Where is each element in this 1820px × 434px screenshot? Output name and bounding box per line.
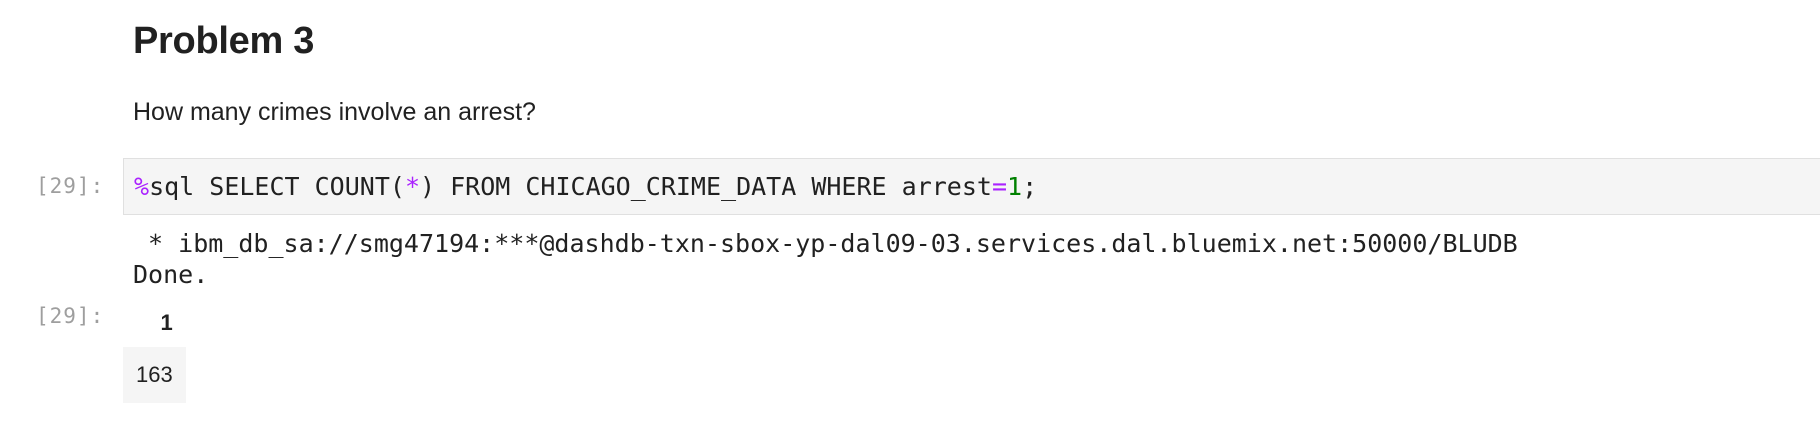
notebook: Problem 3 How many crimes involve an arr… [0,0,1820,434]
code-eq-token: = [991,172,1008,201]
code-number-token: 1 [1007,172,1023,201]
code-cell[interactable]: %sql SELECT COUNT(*) FROM CHICAGO_CRIME_… [123,158,1820,215]
markdown-cell-heading: Problem 3 [133,22,314,60]
markdown-cell-question: How many crimes involve an arrest? [133,100,536,125]
column-header: 1 [160,310,173,335]
input-prompt: [29]: [36,174,105,198]
code-magic-token: % [134,172,150,201]
connection-line: * ibm_db_sa://smg47194:***@dashdb-txn-sb… [133,229,1518,258]
done-line: Done. [133,260,209,289]
code-star-token: * [404,172,420,201]
table-row: 163 [123,346,186,403]
code-text: ; [1022,172,1038,201]
stdout-output: * ibm_db_sa://smg47194:***@dashdb-txn-sb… [133,228,1518,290]
table-header-row: 1 [123,302,186,347]
code-text: ) FROM CHICAGO_CRIME_DATA WHERE arrest [420,172,992,201]
problem-heading: Problem 3 [133,20,315,62]
code-editor[interactable]: %sql SELECT COUNT(*) FROM CHICAGO_CRIME_… [134,172,1037,202]
result-table: 1 163 [123,302,186,403]
output-prompt: [29]: [36,304,105,328]
table-cell: 163 [123,346,186,403]
question-text: How many crimes involve an arrest? [133,98,536,126]
code-text: sql SELECT COUNT( [149,172,405,201]
